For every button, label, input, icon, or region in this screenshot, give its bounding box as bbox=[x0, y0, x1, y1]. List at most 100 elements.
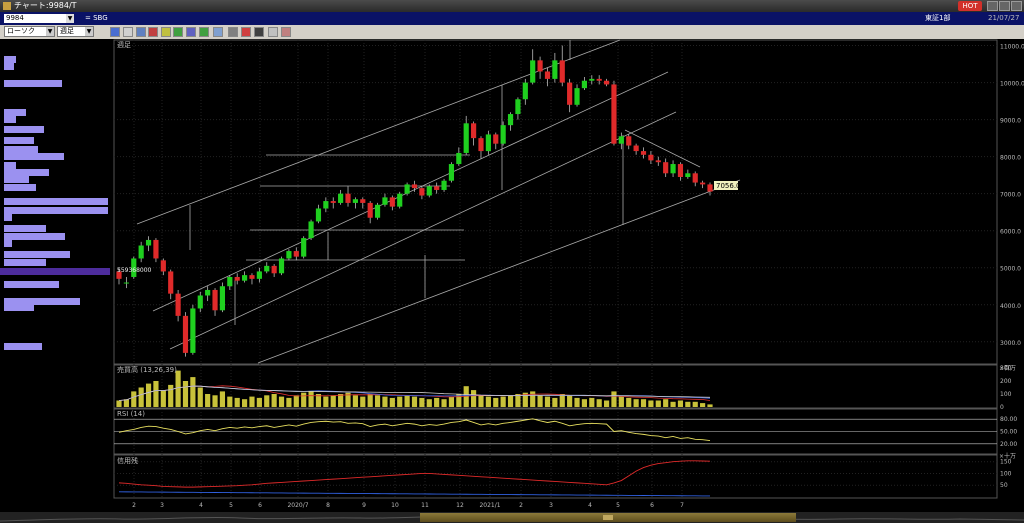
candle-body bbox=[116, 271, 122, 279]
toolbar-tool-8-icon[interactable] bbox=[199, 27, 209, 37]
volume-bar bbox=[264, 395, 270, 407]
volume-bar bbox=[500, 396, 506, 407]
volume-bar bbox=[175, 370, 181, 407]
volume-bar bbox=[544, 396, 551, 407]
candle-body bbox=[256, 271, 262, 279]
volume-bar bbox=[626, 397, 632, 407]
chevron-down-icon: ▼ bbox=[46, 27, 54, 36]
toolbar-tool-7-icon[interactable] bbox=[186, 27, 196, 37]
chart-area: 2 3 4 5 6 2020/7 8 9 10 11 12 2021/1 2 3 4 5 6 7 11000.0 10… bbox=[113, 39, 1024, 509]
volume-bar bbox=[574, 397, 580, 407]
candle-body bbox=[626, 136, 632, 146]
candle-body bbox=[168, 271, 174, 294]
volume-profile-bar bbox=[4, 80, 62, 87]
toolbar-tool-14-icon[interactable] bbox=[281, 27, 291, 37]
volume-bar bbox=[367, 394, 373, 407]
candle-body bbox=[249, 275, 255, 279]
volume-bar bbox=[507, 395, 514, 407]
volume-profile-bar bbox=[4, 153, 64, 160]
price-tick-label: 8000.0 bbox=[1000, 155, 1021, 162]
price-tick-label: 11000.0 bbox=[1000, 44, 1024, 51]
toolbar-tool-13-icon[interactable] bbox=[268, 27, 278, 37]
price-tick-label: 7000.0 bbox=[1000, 192, 1021, 199]
candle-body bbox=[197, 295, 203, 309]
toolbar-tool-9-icon[interactable] bbox=[213, 27, 223, 37]
candle-body bbox=[315, 208, 322, 222]
volume-bar bbox=[552, 397, 558, 407]
volume-profile-bar bbox=[4, 207, 108, 214]
toolbar-tool-12-icon[interactable] bbox=[254, 27, 264, 37]
toolbar-tool-1-icon[interactable] bbox=[110, 27, 120, 37]
candle-body bbox=[123, 282, 129, 284]
volume-profile-bar bbox=[4, 137, 34, 144]
margin-buy-line bbox=[118, 460, 711, 488]
volume-bar bbox=[323, 396, 329, 407]
candle-body bbox=[640, 151, 647, 155]
toolbar-tool-6-icon[interactable] bbox=[173, 27, 183, 37]
chart-type-select[interactable]: ローソク ▼ bbox=[4, 26, 55, 37]
volume-profile-bar bbox=[4, 259, 46, 266]
candle-body bbox=[478, 138, 484, 152]
toolbar-tool-3-icon[interactable] bbox=[136, 27, 146, 37]
volume-bar bbox=[338, 394, 344, 407]
close-button[interactable] bbox=[1011, 1, 1022, 11]
left-blank-panel bbox=[0, 364, 113, 512]
candle-body bbox=[500, 125, 506, 144]
candle-body bbox=[219, 286, 226, 311]
candle-body bbox=[153, 239, 159, 259]
volume-bar bbox=[145, 383, 152, 407]
candle-body bbox=[485, 134, 491, 152]
toolbar-tool-11-icon[interactable] bbox=[241, 27, 251, 37]
volume-bar bbox=[663, 399, 669, 407]
candle-body bbox=[323, 201, 329, 209]
volume-tick-label: 0 bbox=[1000, 404, 1004, 411]
candle-body bbox=[441, 180, 447, 190]
toolbar-tool-5-icon[interactable] bbox=[161, 27, 171, 37]
margin-sell-line bbox=[118, 491, 711, 497]
candle-body bbox=[574, 88, 580, 105]
volume-bar bbox=[648, 400, 654, 407]
volume-bar bbox=[655, 400, 661, 407]
price-tick-label: 4000.0 bbox=[1000, 303, 1021, 310]
candle-body bbox=[242, 275, 248, 281]
candle-body bbox=[278, 258, 285, 274]
candle-body bbox=[589, 78, 595, 81]
scrollbar-grip[interactable] bbox=[603, 515, 613, 520]
candle-body bbox=[603, 80, 610, 85]
volume-profile-bar bbox=[4, 116, 16, 123]
volume-tick-label: 300 bbox=[1000, 365, 1012, 372]
period-select[interactable]: 週足 ▼ bbox=[57, 26, 94, 37]
volume-bar bbox=[463, 386, 469, 407]
symbol-dropdown-button[interactable]: ▼ bbox=[66, 14, 74, 23]
candle-body bbox=[633, 145, 639, 152]
volume-profile-bar bbox=[4, 56, 16, 63]
candle-body bbox=[404, 184, 410, 194]
x-tick-label: 4 bbox=[199, 502, 203, 509]
toolbar-tool-2-icon[interactable] bbox=[123, 27, 133, 37]
volume-bar bbox=[677, 400, 684, 407]
x-tick-label: 3 bbox=[549, 502, 553, 509]
maximize-button[interactable] bbox=[999, 1, 1010, 11]
symbol-code-input[interactable]: 9984 bbox=[4, 14, 66, 23]
volume-panel-frame bbox=[113, 364, 998, 409]
volume-bar bbox=[530, 391, 536, 407]
volume-bar bbox=[374, 395, 381, 407]
volume-bar bbox=[153, 381, 159, 407]
hot-label: HOT bbox=[962, 2, 978, 10]
volume-profile-panel bbox=[0, 39, 113, 364]
volume-bar bbox=[692, 401, 698, 407]
volume-bar bbox=[456, 394, 462, 407]
volume-bar bbox=[411, 396, 418, 407]
candle-body bbox=[190, 308, 196, 353]
volume-bar bbox=[700, 403, 706, 407]
x-tick-label: 10 bbox=[391, 502, 399, 509]
hot-button[interactable]: HOT bbox=[958, 1, 982, 11]
x-tick-label: 5 bbox=[616, 502, 620, 509]
chevron-down-icon: ▼ bbox=[85, 27, 93, 36]
toolbar-tool-4-icon[interactable] bbox=[148, 27, 158, 37]
minimize-button[interactable] bbox=[987, 1, 998, 11]
toolbar-tool-10-icon[interactable] bbox=[228, 27, 238, 37]
candle-body bbox=[552, 60, 558, 79]
candle-body bbox=[389, 197, 395, 207]
volume-bar bbox=[707, 404, 713, 407]
